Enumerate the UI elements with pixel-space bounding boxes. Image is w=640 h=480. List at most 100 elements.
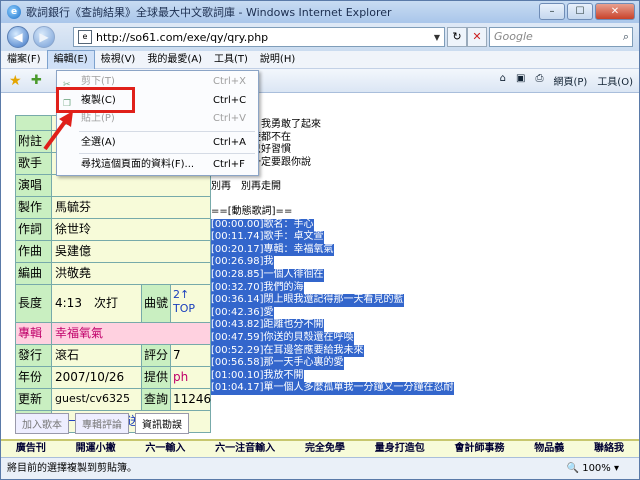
label-track: 曲號 <box>140 285 170 322</box>
address-bar[interactable]: e http://so61.com/exe/qy/qry.php ▼ <box>73 27 445 47</box>
stop-button[interactable]: ✕ <box>467 27 487 47</box>
feeds-icon[interactable]: ▣ <box>516 73 525 88</box>
zoom-control[interactable]: 🔍 100% ▾ <box>567 458 619 480</box>
footer-link[interactable]: 六一輸入 <box>145 441 185 457</box>
info-row-producer: 製作 馬毓芬 <box>15 197 211 219</box>
label-lyricist: 作詞 <box>16 219 52 240</box>
label-updated: 更新 <box>16 389 52 410</box>
minimize-button[interactable]: – <box>539 3 565 20</box>
value-producer: 馬毓芬 <box>52 197 210 218</box>
info-row-arranger: 編曲 洪敬堯 <box>15 263 211 285</box>
menu-file[interactable]: 檔案(F) <box>1 51 47 69</box>
footer-link[interactable]: 六一注音輸入 <box>215 441 275 457</box>
info-correction-button[interactable]: 資訊勘誤 <box>135 413 189 434</box>
status-text: 將目前的選擇複製到剪貼簿。 <box>7 463 137 474</box>
lrc-line: [01:04.17]單一個人多麼孤單我一分鐘又一分鐘在忍耐 <box>211 382 454 395</box>
menu-tools[interactable]: 工具(T) <box>208 51 254 69</box>
label-performer: 演唱 <box>16 175 52 196</box>
label-length: 長度 <box>16 285 52 322</box>
value-publisher: 滾石 <box>52 345 141 366</box>
search-placeholder: Google <box>494 30 533 43</box>
home-icon[interactable]: ⌂ <box>500 73 506 88</box>
ie-logo-icon: e <box>7 5 21 19</box>
label-arranger: 編曲 <box>16 263 52 284</box>
page-menu-button[interactable]: 網頁(P) <box>553 73 587 88</box>
lrc-line: [00:00.00]歌名：手心 <box>211 218 314 232</box>
value-provider[interactable]: ph <box>170 367 210 388</box>
menu-separator <box>79 153 255 154</box>
tools-menu-button[interactable]: 工具(O) <box>597 73 633 88</box>
footer-link[interactable]: 量身打造包 <box>375 441 425 457</box>
lyric-buttons: 加入歌本 專輯評論 資訊勘誤 <box>15 413 189 434</box>
lrc-line: [01:00.10]我放不開 <box>211 369 304 383</box>
value-year: 2007/10/26 <box>52 367 141 388</box>
info-row-label: 發行 滾石 評分 7 <box>15 345 211 367</box>
window-controls: – ☐ ✕ <box>539 3 635 20</box>
favorites-star-icon[interactable]: ★ <box>9 73 22 89</box>
label-year: 年份 <box>16 367 52 388</box>
search-input[interactable]: Google ⌕ <box>489 27 633 47</box>
value-updated: guest/cv6325 <box>52 389 141 410</box>
value-track[interactable]: 2↑ TOP <box>170 285 210 322</box>
search-icon[interactable]: ⌕ <box>623 28 629 46</box>
value-queries: 11246 <box>170 389 211 410</box>
print-icon[interactable]: ⎙ <box>535 73 543 88</box>
forward-button[interactable]: ▶ <box>33 26 55 48</box>
value-length: 4:13 次打 <box>52 285 141 322</box>
value-album[interactable]: 幸福氧氣 <box>52 323 210 344</box>
info-row-updated: 更新 guest/cv6325 查詢 11246 <box>15 389 211 411</box>
label-publisher: 發行 <box>16 345 52 366</box>
value-lyricist: 徐世玲 <box>52 219 210 240</box>
lrc-line: [00:52.29]在耳邊答應要給我未來 <box>211 344 364 358</box>
command-bar-right: ⌂ ▣ ⎙ 網頁(P) 工具(O) <box>500 73 633 88</box>
add-favorites-icon[interactable]: ✚ <box>31 73 42 88</box>
label-rating: 評分 <box>140 345 170 366</box>
footer-link[interactable]: 聯絡我 <box>594 441 624 457</box>
url-text[interactable]: http://so61.com/exe/qy/qry.php <box>96 31 430 44</box>
window-title: 歌詞銀行《查詢結果》全球最大中文歌詞庫 - Windows Internet E… <box>26 6 392 19</box>
value-arranger: 洪敬堯 <box>52 263 210 284</box>
label-album: 專輯 <box>16 323 52 344</box>
info-row-length: 長度 4:13 次打 曲號 2↑ TOP <box>15 285 211 323</box>
maximize-button[interactable]: ☐ <box>567 3 593 20</box>
menu-view[interactable]: 檢視(V) <box>95 51 142 69</box>
menu-item-select-all[interactable]: 全選(A) Ctrl+A <box>59 134 257 152</box>
lrc-line: [00:28.85]一個人徘徊在 <box>211 268 324 282</box>
chevron-down-icon[interactable]: ▼ <box>430 33 444 42</box>
menu-separator <box>79 131 255 132</box>
menu-help[interactable]: 說明(H) <box>254 51 301 69</box>
footer-link[interactable]: 會計師事務 <box>454 441 504 457</box>
close-button[interactable]: ✕ <box>595 3 635 20</box>
refresh-button[interactable]: ↻ <box>447 27 467 47</box>
footer-link[interactable]: 物品義 <box>534 441 564 457</box>
lrc-line: [00:47.59]你送的貝殼還在呼喚 <box>211 331 354 345</box>
add-lyrics-button[interactable]: 加入歌本 <box>15 413 69 434</box>
info-row-year: 年份 2007/10/26 提供 ph <box>15 367 211 389</box>
footer-links: 廣告刊 開運小撇 六一輸入 六一注音輸入 完全免學 量身打造包 會計師事務 物品… <box>1 439 639 457</box>
title-bar: e 歌詞銀行《查詢結果》全球最大中文歌詞庫 - Windows Internet… <box>1 1 639 23</box>
edit-dropdown-menu: ✂ 剪下(T) Ctrl+X ❐ 複製(C) Ctrl+C ▤ 貼上(P) Ct… <box>56 70 259 176</box>
page-icon: e <box>78 30 92 44</box>
menu-item-find[interactable]: 尋找這個頁面的資料(F)... Ctrl+F <box>59 156 257 174</box>
dynamic-lyrics-header: ==[動態歌詞]== <box>211 205 293 217</box>
footer-link[interactable]: 完全免學 <box>305 441 345 457</box>
footer-link[interactable]: 廣告刊 <box>16 441 46 457</box>
lrc-line: [00:56.58]那一天手心裏的愛 <box>211 357 344 370</box>
label-singer: 歌手 <box>16 153 52 174</box>
lrc-line: [00:32.70]我們的海 <box>211 281 304 295</box>
footer-link[interactable]: 開運小撇 <box>76 441 116 457</box>
menu-edit[interactable]: 編輯(E) <box>46 49 95 70</box>
value-composer: 吳建億 <box>52 241 210 262</box>
back-button[interactable]: ◀ <box>7 26 29 48</box>
menu-favorites[interactable]: 我的最愛(A) <box>141 51 208 69</box>
address-row: ◀ ▶ e http://so61.com/exe/qy/qry.php ▼ ↻… <box>1 23 639 51</box>
lrc-line: [00:43.82]距離也分不開 <box>211 319 324 332</box>
ie-window: e 歌詞銀行《查詢結果》全球最大中文歌詞庫 - Windows Internet… <box>0 0 640 480</box>
info-row-album: 專輯 幸福氧氣 <box>15 323 211 345</box>
lrc-line: [00:42.36]愛 <box>211 306 274 320</box>
lrc-line: [00:20.17]專輯：幸福氧氣 <box>211 243 334 257</box>
label-provider: 提供 <box>140 367 170 388</box>
value-rating: 7 <box>170 345 210 366</box>
lrc-line: [00:11.74]歌手：卓文萱 <box>211 231 324 244</box>
album-review-button[interactable]: 專輯評論 <box>75 413 129 434</box>
